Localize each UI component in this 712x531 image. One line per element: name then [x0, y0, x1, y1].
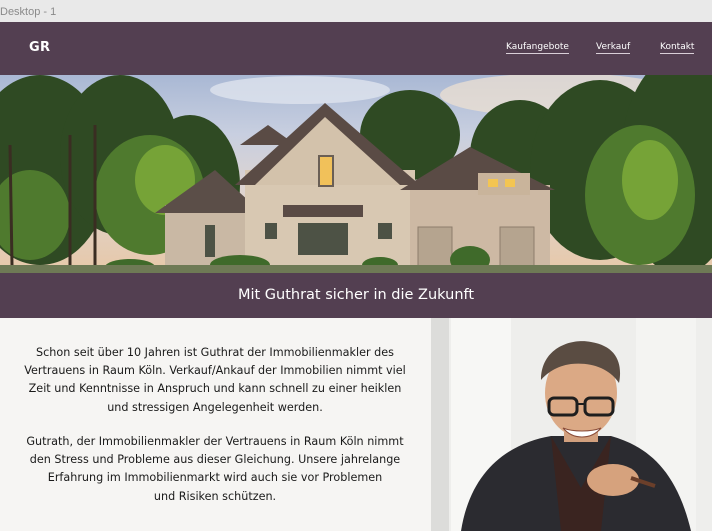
nav-link-verkauf[interactable]: Verkauf [596, 42, 631, 54]
banner-title: Mit Guthrat sicher in die Zukunft [237, 287, 475, 303]
logo[interactable]: GR [29, 40, 50, 55]
about-paragraph: Gutrath, der Immobilienmakler der Vertra… [26, 435, 404, 503]
nav-link-kontakt[interactable]: Kontakt [660, 42, 695, 54]
portrait-image [431, 318, 712, 531]
tagline-banner: Mit Guthrat sicher in die Zukunft [0, 273, 712, 318]
hero-image [0, 75, 712, 273]
nav-link-kaufangebote[interactable]: Kaufangebote [506, 42, 569, 54]
house-photo [0, 75, 712, 273]
about-paragraph: Schon seit über 10 Jahren ist Guthrat de… [24, 346, 406, 414]
navbar: GR Kaufangebote Verkauf Kontakt [0, 22, 712, 75]
frame-label: Desktop - 1 [0, 0, 712, 22]
about-section: Schon seit über 10 Jahren ist Guthrat de… [0, 318, 431, 531]
smiling-man-portrait [431, 318, 712, 531]
